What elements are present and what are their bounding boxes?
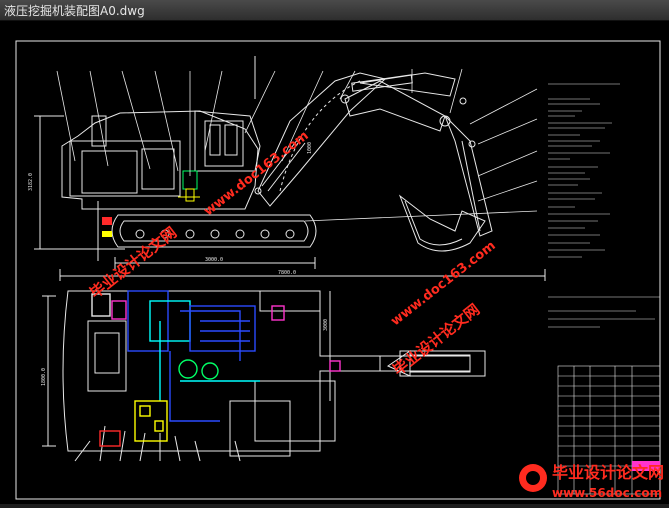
- watermarks: www.doc163.com 毕业设计论文网 www.doc163.com 毕业…: [86, 128, 498, 379]
- dim-upper-a: 1000: [307, 142, 313, 154]
- assembly-drawing: 3182.0 3000.0 7800.0 1000 1800.0 3000 ww…: [15, 40, 661, 500]
- watermark-site-1: www.doc163.com: [201, 128, 311, 219]
- dim-total-length: 7800.0: [278, 270, 296, 276]
- dim-upper-b: 3000: [323, 319, 329, 331]
- side-view-color-details: [102, 56, 256, 237]
- dim-track-length: 3000.0: [205, 257, 223, 263]
- dim-height: 3182.0: [28, 173, 34, 191]
- watermark-site-2: www.doc163.com: [388, 238, 498, 329]
- drawing-canvas[interactable]: 3182.0 3000.0 7800.0 1000 1800.0 3000 ww…: [0, 21, 669, 504]
- footer-watermark: 毕业设计论文网 www.56doc.com: [508, 452, 669, 504]
- technical-notes: [548, 296, 660, 328]
- window-title: 液压挖掘机装配图A0.dwg: [4, 4, 145, 18]
- footer-cn: 毕业设计论文网: [552, 463, 664, 482]
- boom-arm: [254, 72, 493, 252]
- footer-url: www.56doc.com: [552, 486, 662, 500]
- plan-dimensions: 1800.0 3000: [41, 319, 329, 386]
- spec-text-block: [548, 83, 620, 258]
- dim-plan-width: 1800.0: [41, 368, 47, 386]
- title-bar: 液压挖掘机装配图A0.dwg: [0, 0, 669, 21]
- cad-viewer-window: 液压挖掘机装配图A0.dwg 3182.0 3000.0 7800.0 1000…: [0, 0, 669, 504]
- plan-hydraulics: [91, 290, 341, 447]
